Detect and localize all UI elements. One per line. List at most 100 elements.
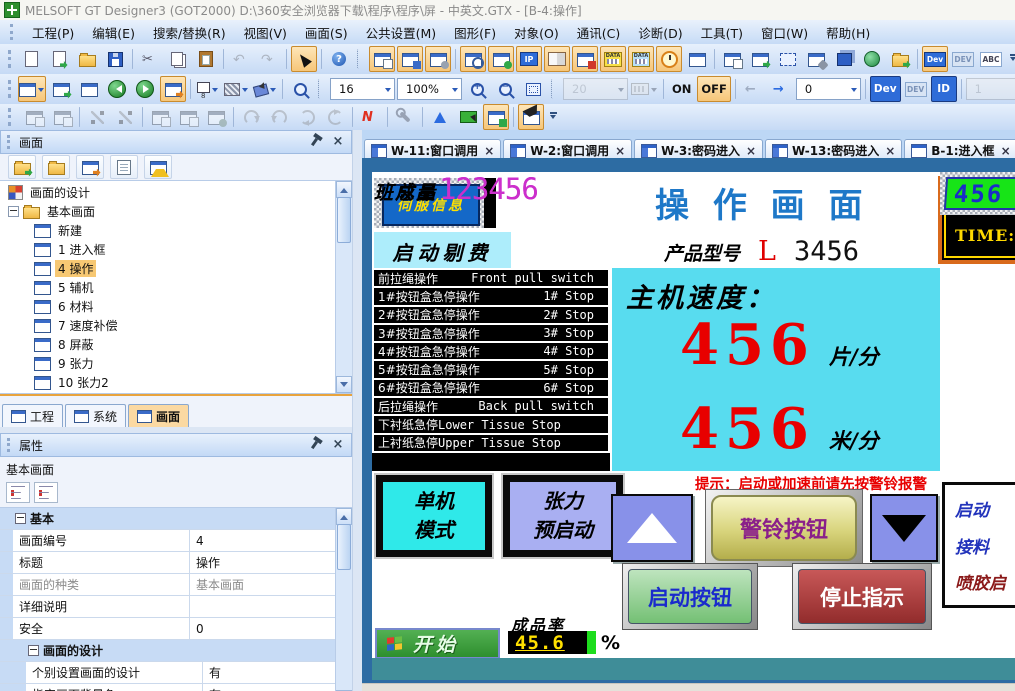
pin-icon[interactable] xyxy=(305,437,323,454)
next-screen-button[interactable] xyxy=(132,76,158,102)
help-button[interactable] xyxy=(326,46,352,72)
stop-list-row[interactable]: 5#按钮盒急停操作5# Stop xyxy=(372,359,610,379)
copy-button[interactable] xyxy=(165,46,191,72)
tree-item[interactable]: 8 屏蔽 xyxy=(6,335,336,354)
previous-screen-button[interactable] xyxy=(104,76,130,102)
tree-item[interactable]: 新建 xyxy=(6,221,336,240)
device-search-button[interactable] xyxy=(460,46,486,72)
bring-to-front-button[interactable] xyxy=(147,104,173,130)
state-prev-button[interactable] xyxy=(740,76,766,102)
language-combo[interactable]: 1 xyxy=(966,78,1015,100)
menu-window[interactable]: 窗口(W) xyxy=(752,21,817,44)
scrollbar-thumb[interactable] xyxy=(337,197,351,243)
stop-list-row[interactable]: 前拉绳操作Front pull switch xyxy=(372,268,610,288)
device-display-button[interactable]: Dev xyxy=(870,76,901,102)
system-information-button[interactable] xyxy=(488,46,514,72)
screen-comment-tool[interactable] xyxy=(110,155,138,179)
menu-communication[interactable]: 通讯(C) xyxy=(568,21,629,44)
tree-item[interactable]: 画面的设计 xyxy=(6,183,336,202)
rotate-right-button[interactable] xyxy=(266,104,292,130)
property-row[interactable]: 画面编号 4 xyxy=(0,530,336,552)
windows-start-button[interactable]: 开始 xyxy=(375,628,500,659)
flip-vertical-button[interactable] xyxy=(322,104,348,130)
scroll-up-arrow-icon[interactable] xyxy=(336,181,352,198)
side-box-label[interactable]: 喷胶启 xyxy=(955,569,1015,594)
send-to-back-button[interactable] xyxy=(175,104,201,130)
resource-data-button[interactable] xyxy=(831,46,857,72)
menu-view[interactable]: 视图(V) xyxy=(235,21,296,44)
stop-list-row[interactable]: 上衬纸急停Upper Tissue Stop xyxy=(372,433,610,453)
scroll-up-arrow-icon[interactable] xyxy=(336,508,352,525)
speed-up-button[interactable] xyxy=(611,494,693,562)
menu-project[interactable]: 工程(P) xyxy=(23,21,83,44)
screen-image-button[interactable] xyxy=(747,46,773,72)
stop-list-row[interactable]: 1#按钮盒急停操作1# Stop xyxy=(372,286,610,306)
verify-button[interactable] xyxy=(684,46,710,72)
fill-color-button[interactable] xyxy=(252,76,278,102)
start-reject-label[interactable]: 启动剔费 xyxy=(374,232,511,270)
speed-value[interactable]: 456 xyxy=(680,312,815,378)
scrollbar-thumb[interactable] xyxy=(337,524,351,570)
group-button[interactable] xyxy=(21,104,47,130)
open-screen-tool[interactable] xyxy=(8,155,36,179)
menu-help[interactable]: 帮助(H) xyxy=(817,21,879,44)
base-screen-button[interactable] xyxy=(369,46,395,72)
state-off-button[interactable]: OFF xyxy=(697,76,731,102)
stop-list-row[interactable]: 6#按钮盒急停操作6# Stop xyxy=(372,378,610,398)
menu-tools[interactable]: 工具(T) xyxy=(692,21,752,44)
tree-item[interactable]: 10 张力2 xyxy=(6,373,336,392)
label-display-button[interactable] xyxy=(903,76,929,102)
menu-screen[interactable]: 画面(S) xyxy=(296,21,357,44)
pattern-button[interactable] xyxy=(223,76,250,102)
rotate-left-button[interactable] xyxy=(238,104,264,130)
toolbar-overflow-chevron[interactable] xyxy=(546,104,560,130)
pin-icon[interactable] xyxy=(305,134,323,151)
panel-tab-system[interactable]: 系统 xyxy=(65,404,126,427)
property-row[interactable]: 安全 0 xyxy=(0,618,336,640)
stop-indicator-button[interactable]: 停止指示 xyxy=(792,563,932,630)
device-toggle-button[interactable] xyxy=(922,46,948,72)
state-next-button[interactable] xyxy=(768,76,794,102)
data-view-button[interactable] xyxy=(600,46,626,72)
tab-close-icon[interactable]: × xyxy=(482,144,494,158)
menu-figure[interactable]: 图形(F) xyxy=(445,21,505,44)
stop-list-row[interactable]: 4#按钮盒急停操作4# Stop xyxy=(372,341,610,361)
paste-button[interactable] xyxy=(193,46,219,72)
font-size-combo[interactable]: 16 xyxy=(330,78,395,100)
edit-vertex-button[interactable] xyxy=(357,104,383,130)
options-button[interactable] xyxy=(392,104,418,130)
zoom-area-button[interactable] xyxy=(287,76,313,102)
tree-expander-icon[interactable] xyxy=(8,206,19,217)
speed-value[interactable]: 456 xyxy=(680,396,815,462)
zoom-out-button[interactable] xyxy=(492,76,518,102)
menu-diagnostics[interactable]: 诊断(D) xyxy=(629,21,691,44)
yield-rate-display[interactable]: 45.6 xyxy=(508,631,596,654)
zoom-in-button[interactable] xyxy=(464,76,490,102)
data-list-button[interactable] xyxy=(628,46,654,72)
device-comment-button[interactable] xyxy=(544,46,570,72)
tree-item[interactable]: 基本画面 xyxy=(6,202,336,221)
screen-script-button[interactable] xyxy=(803,46,829,72)
property-row[interactable]: 画面的设计 xyxy=(0,640,336,662)
menu-edit[interactable]: 编辑(E) xyxy=(83,21,144,44)
toolbar-overflow-chevron[interactable] xyxy=(1006,46,1015,72)
delete-screen-tool[interactable] xyxy=(42,155,70,179)
zoom-level-combo[interactable]: 100% xyxy=(397,78,462,100)
close-icon[interactable] xyxy=(329,134,347,151)
cut-button[interactable] xyxy=(137,46,163,72)
tab-close-icon[interactable]: × xyxy=(744,144,756,158)
canvas-workspace[interactable]: 伺服信息 启动剔费 操 作 画 面 产品型号 L 3456 DATE: TIME… xyxy=(362,158,1015,684)
comment-toggle-button[interactable] xyxy=(978,46,1004,72)
tree-item[interactable]: 6 材料 xyxy=(6,297,336,316)
window-screen-button[interactable] xyxy=(397,46,423,72)
property-row[interactable]: 指定画面背景色 有 xyxy=(0,684,336,691)
tension-prestart-button[interactable]: 张力 预启动 xyxy=(503,475,623,557)
screen-alarm-tool[interactable] xyxy=(144,155,172,179)
menu-common-settings[interactable]: 公共设置(M) xyxy=(357,21,446,44)
grid-combo[interactable]: 20 xyxy=(563,78,628,100)
tree-item[interactable]: 1 进入框 xyxy=(6,240,336,259)
group-expander-icon[interactable] xyxy=(15,513,26,524)
product-code-value[interactable]: L xyxy=(758,236,776,267)
tab-close-icon[interactable]: × xyxy=(883,144,895,158)
panel-tab-project[interactable]: 工程 xyxy=(2,404,63,427)
